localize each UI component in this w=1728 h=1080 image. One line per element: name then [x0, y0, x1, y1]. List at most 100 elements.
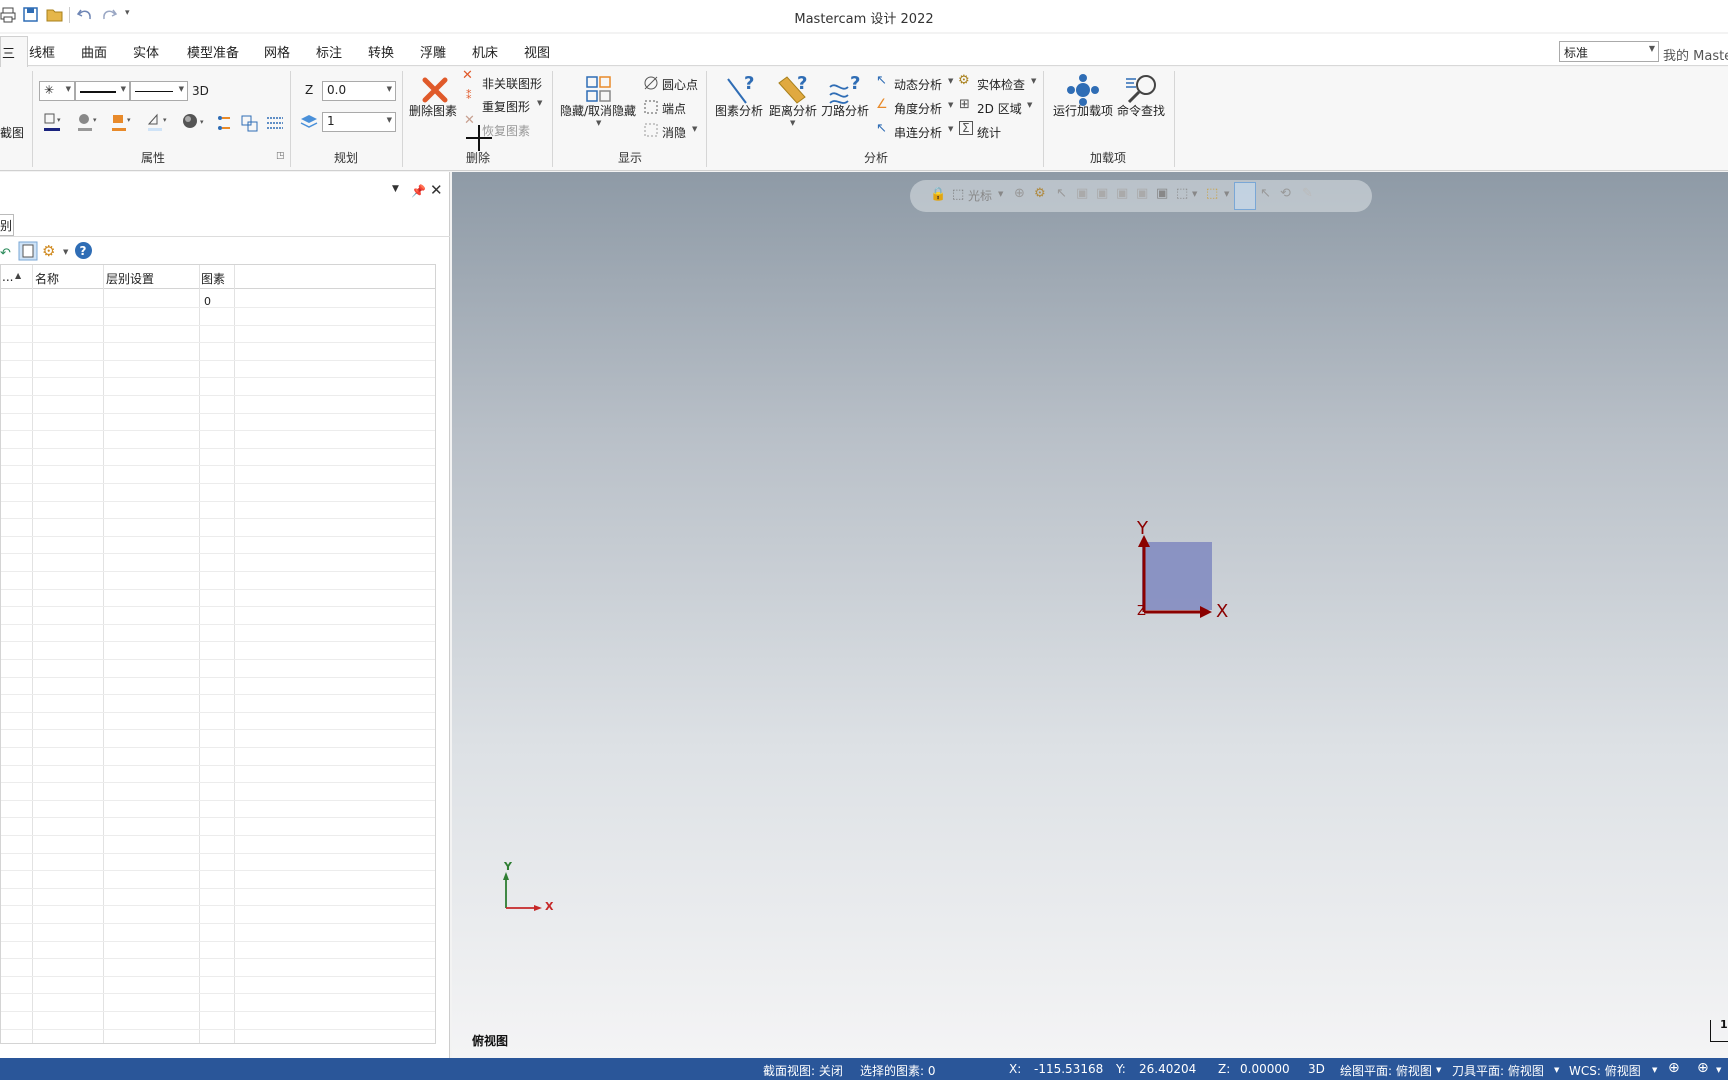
color-wireframe-icon[interactable]: ▾: [42, 112, 68, 134]
area-2d-button[interactable]: 2D 区域: [977, 100, 1022, 117]
table-row: [1, 623, 435, 625]
hide-unhide-button[interactable]: 隐藏/取消隐藏: [560, 102, 636, 119]
pin-icon[interactable]: 📌: [411, 184, 426, 198]
table-row: [1, 764, 435, 766]
close-icon[interactable]: ✕: [430, 181, 443, 199]
clear-colors-icon[interactable]: [265, 114, 285, 134]
center-point-button[interactable]: 圆心点: [662, 76, 698, 93]
hide-unhide-icon[interactable]: [585, 75, 613, 105]
construction-plane-status[interactable]: 绘图平面: 俯视图: [1340, 1062, 1432, 1079]
tab-view[interactable]: 视图: [524, 42, 550, 61]
delete-x-icon[interactable]: [420, 75, 450, 105]
tab-model-prep[interactable]: 模型准备: [187, 42, 239, 61]
three-d-toggle[interactable]: 3D: [192, 84, 209, 98]
my-mastercam-label[interactable]: 我的 Maste: [1663, 45, 1728, 64]
chain-analysis-button[interactable]: 串连分析: [894, 124, 942, 141]
tab-surfaces[interactable]: 曲面: [81, 42, 107, 61]
run-addin-button[interactable]: 运行加载项: [1053, 102, 1113, 119]
body-select-icon[interactable]: ▣: [1136, 186, 1148, 201]
angle-analysis-button[interactable]: 角度分析: [894, 100, 942, 117]
mini-axis-y-label: Y: [504, 860, 512, 873]
tab-wireframe[interactable]: 线框: [29, 42, 55, 61]
verify-select-icon[interactable]: ⬚: [1176, 186, 1188, 201]
clear-selection-icon[interactable]: ⟲: [1280, 186, 1291, 201]
line-width-combo[interactable]: ▼: [130, 81, 188, 101]
set-main-icon[interactable]: [216, 114, 236, 134]
cursor-mode-label[interactable]: 光标: [968, 187, 992, 204]
snap-icon[interactable]: ⚙: [1034, 186, 1046, 201]
z-depth-combo[interactable]: 0.0 ▼: [322, 81, 396, 101]
point-style-combo[interactable]: ✳ ▼: [39, 81, 75, 101]
section-view-status[interactable]: 截面视图: 关闭: [763, 1062, 843, 1079]
level-list-icon[interactable]: [18, 241, 38, 261]
tool-plane-status[interactable]: 刀具平面: 俯视图: [1452, 1062, 1544, 1079]
col-level-set-header[interactable]: 层别设置: [106, 270, 154, 287]
cursor-select-icon[interactable]: ⬚: [952, 187, 964, 202]
tab-transform[interactable]: 转换: [368, 42, 394, 61]
delete-duplicate-button[interactable]: 重复图形: [482, 98, 530, 115]
panel-menu-icon[interactable]: ▼: [392, 184, 399, 194]
toolpath-analysis-button[interactable]: 刀路分析: [821, 102, 869, 119]
distance-analysis-button[interactable]: 距离分析: [769, 102, 817, 119]
tab-relief[interactable]: 浮雕: [420, 42, 446, 61]
feature-select-icon[interactable]: ▣: [1156, 186, 1168, 201]
standard-combo[interactable]: 标准 ▼: [1559, 41, 1659, 62]
edge-select-icon[interactable]: ▣: [1116, 186, 1128, 201]
svg-text:?: ?: [80, 244, 87, 258]
settings-gear-icon[interactable]: ⚙: [42, 242, 55, 260]
help-icon[interactable]: ?: [74, 241, 93, 260]
x-coord-value[interactable]: -115.53168: [1034, 1062, 1103, 1076]
tab-solids[interactable]: 实体: [133, 42, 159, 61]
level-combo[interactable]: 1 ▼: [322, 112, 396, 132]
tab-machine[interactable]: 机床: [472, 42, 498, 61]
select-all-toggle[interactable]: [1234, 182, 1256, 210]
solid-check-button[interactable]: 实体检查: [977, 76, 1025, 93]
col-entities-header[interactable]: 图素: [201, 270, 225, 287]
refresh-icon[interactable]: ↶: [0, 246, 11, 261]
point-select-icon[interactable]: ⊕: [1014, 186, 1025, 201]
window-select-icon[interactable]: ⬚: [1206, 186, 1218, 201]
col-number-header[interactable]: ...: [2, 270, 13, 284]
entity-analysis-button[interactable]: 图素分析: [715, 102, 763, 119]
globe-options-icon[interactable]: ⊕: [1697, 1060, 1709, 1076]
z-coord-value[interactable]: 0.00000: [1240, 1062, 1290, 1076]
modify-attributes-icon[interactable]: [240, 114, 260, 134]
solid-select-icon[interactable]: ▣: [1076, 186, 1088, 201]
table-row: [1, 553, 435, 555]
mode-3d-toggle[interactable]: 3D: [1308, 1062, 1325, 1076]
delete-non-assoc-button[interactable]: 非关联图形: [482, 75, 542, 92]
color-surface-icon[interactable]: ▾: [110, 112, 136, 134]
chevron-down-icon: ▼: [178, 85, 184, 93]
line-style-combo[interactable]: ▼: [75, 81, 130, 101]
dynamic-analysis-button[interactable]: 动态分析: [894, 76, 942, 93]
select-arrow-icon[interactable]: ↖: [1056, 186, 1067, 201]
col-name-header[interactable]: 名称: [35, 270, 59, 287]
y-coord-value[interactable]: 26.40204: [1139, 1062, 1196, 1076]
sort-up-icon: ▲: [15, 271, 22, 280]
delete-entities-button[interactable]: 删除图素: [409, 102, 457, 119]
material-icon[interactable]: ▾: [181, 112, 209, 134]
globe-icon[interactable]: ⊕: [1668, 1060, 1680, 1076]
tab-home[interactable]: 三: [0, 36, 28, 67]
graphics-viewport[interactable]: 🔒 ⬚ 光标 ▼ ⊕ ⚙ ↖ ▣ ▣ ▣ ▣ ▣ ⬚ ▼ ⬚ ▼ ↖ ⟲ ✎ Y…: [452, 172, 1728, 1058]
select-options-icon[interactable]: ✎: [1302, 186, 1313, 201]
left-cut-button[interactable]: 截图: [0, 124, 24, 141]
color-solid-icon[interactable]: ▾: [76, 112, 102, 134]
blank-button[interactable]: 消隐: [662, 124, 686, 141]
y-coord-label: Y:: [1116, 1062, 1126, 1076]
line-color-icon[interactable]: ▾: [146, 112, 172, 134]
tab-dimension[interactable]: 标注: [316, 42, 342, 61]
selected-entities-status[interactable]: 选择的图素: 0: [860, 1062, 936, 1079]
wcs-status[interactable]: WCS: 俯视图: [1569, 1062, 1641, 1079]
select-last-icon[interactable]: ↖: [1260, 186, 1271, 201]
statistics-button[interactable]: 统计: [977, 124, 1001, 141]
end-point-button[interactable]: 端点: [662, 100, 686, 117]
dialog-launcher-icon[interactable]: ◳: [276, 151, 285, 161]
lock-icon[interactable]: 🔒: [930, 187, 946, 202]
tab-levels[interactable]: 别: [0, 214, 14, 236]
end-point-icon: [644, 100, 658, 114]
tab-mesh[interactable]: 网格: [264, 42, 290, 61]
row0-entities-cell[interactable]: 0: [204, 295, 211, 308]
face-select-icon[interactable]: ▣: [1096, 186, 1108, 201]
find-command-button[interactable]: 命令查找: [1117, 102, 1165, 119]
